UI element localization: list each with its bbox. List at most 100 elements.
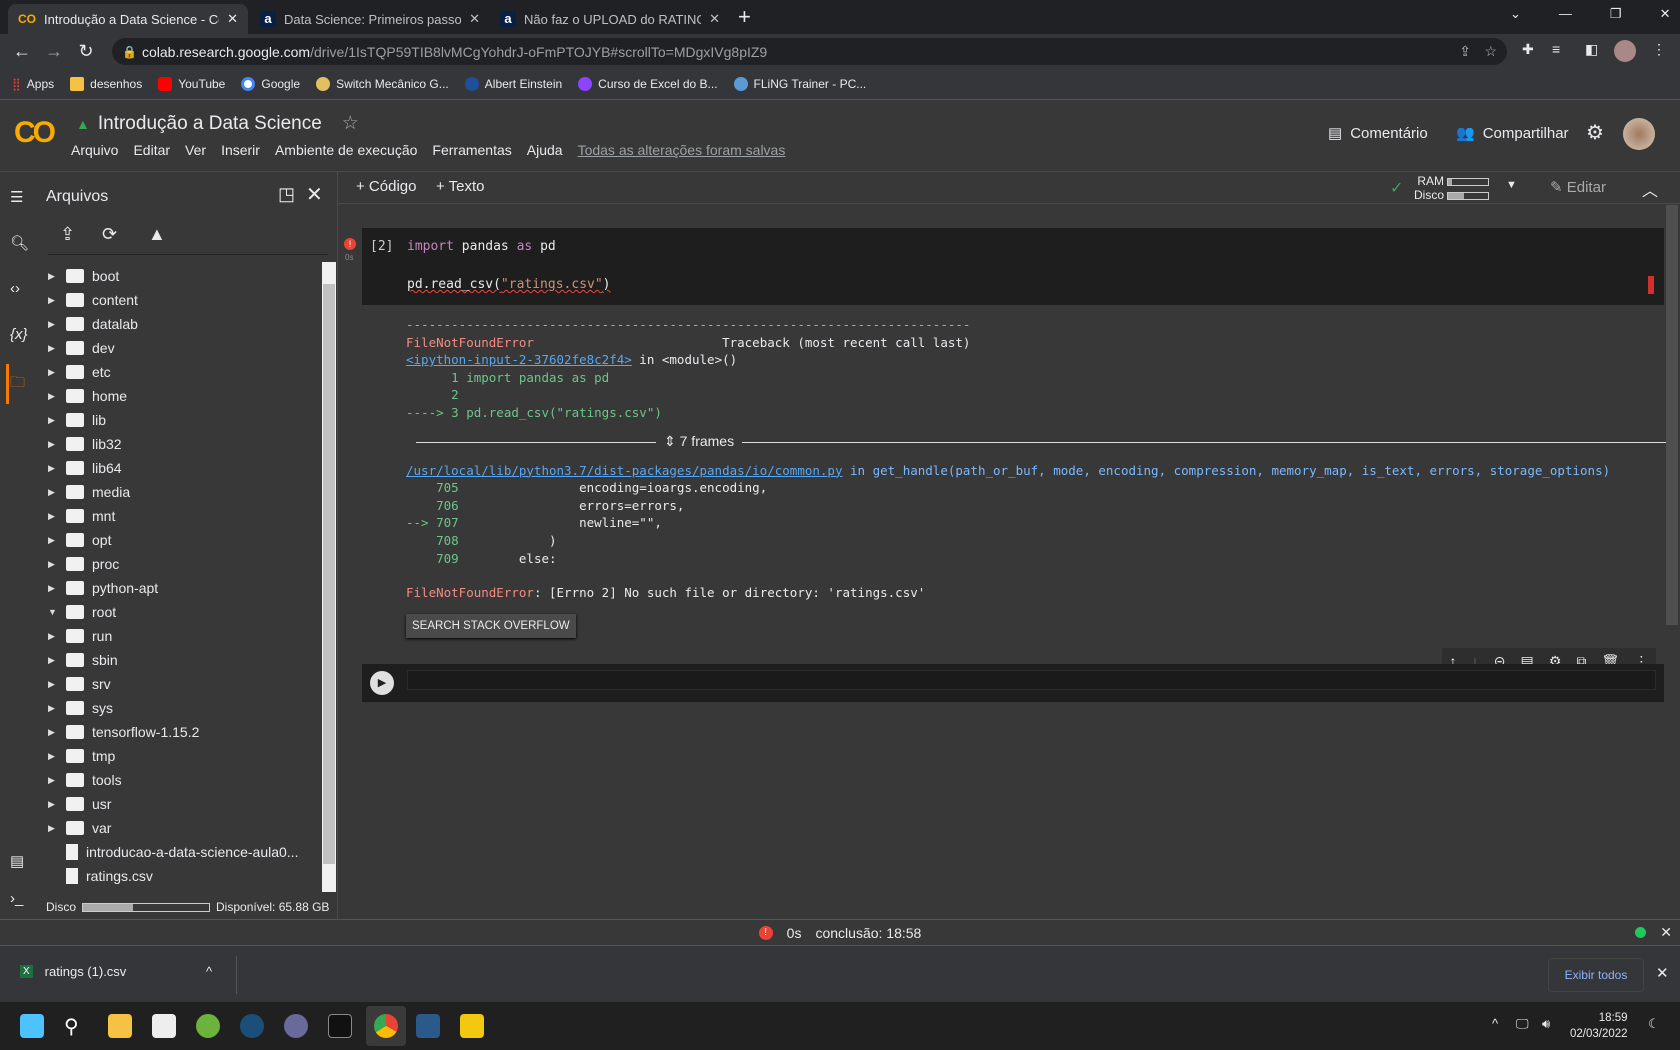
caret-right-icon[interactable]: ▶ <box>48 631 58 642</box>
bookmark-google[interactable]: Google <box>241 76 300 91</box>
folder-item[interactable]: ▶ var <box>48 816 111 840</box>
menu-ferramentas[interactable]: Ferramentas <box>432 142 511 158</box>
folder-item[interactable]: ▶ tensorflow-1.15.2 <box>48 720 199 744</box>
download-item[interactable]: Xratings (1).csv <box>20 964 126 979</box>
clock[interactable]: 18:59 02/03/2022 <box>1570 1010 1628 1042</box>
epic-games-icon[interactable] <box>328 1014 352 1038</box>
search-icon[interactable]: 🔍︎ <box>10 234 29 252</box>
star-icon[interactable]: ☆ <box>342 112 359 135</box>
menu-arquivo[interactable]: Arquivo <box>71 142 118 158</box>
empty-code-cell[interactable]: ▶ <box>362 664 1664 702</box>
folder-item[interactable]: ▶ home <box>48 384 127 408</box>
bookmark-apps[interactable]: ⣿ Apps <box>12 77 54 91</box>
store-icon[interactable] <box>152 1014 176 1038</box>
folder-icon[interactable]: 🗀 <box>10 372 25 397</box>
menu-editar[interactable]: Editar <box>133 142 170 158</box>
share-button[interactable]: 👥 Compartilhar <box>1456 124 1569 143</box>
command-palette-icon[interactable]: ▤ <box>10 852 24 870</box>
share-page-icon[interactable]: ⇪ <box>1459 43 1471 60</box>
windows-start-icon[interactable] <box>20 1014 44 1038</box>
caret-right-icon[interactable]: ▶ <box>48 415 58 426</box>
bookmark-fling[interactable]: FLiNG Trainer - PC... <box>733 76 866 91</box>
caret-right-icon[interactable]: ▶ <box>48 463 58 474</box>
avatar[interactable] <box>1623 118 1655 150</box>
close-tab-icon[interactable]: ✕ <box>227 11 238 27</box>
file-item[interactable]: introducao-a-data-science-aula0... <box>48 840 298 864</box>
common-py-link[interactable]: /usr/local/lib/python3.7/dist-packages/p… <box>406 463 843 478</box>
tab-colab[interactable]: COIntrodução a Data Science - Colab✕ <box>8 4 248 34</box>
media-icon[interactable]: ≡ <box>1552 41 1560 57</box>
upload-icon[interactable]: ⇪ <box>60 224 75 245</box>
caret-right-icon[interactable]: ▶ <box>48 511 58 522</box>
terminal-icon[interactable]: ›_ <box>10 890 23 907</box>
restore-icon[interactable]: ❐ <box>1610 6 1622 22</box>
menu-ajuda[interactable]: Ajuda <box>527 142 563 158</box>
open-in-tab-icon[interactable]: ◳ <box>278 184 295 205</box>
close-tab-icon[interactable]: ✕ <box>709 11 720 27</box>
bookmark-star-icon[interactable]: ☆ <box>1484 43 1497 60</box>
file-item[interactable]: ratings.csv <box>48 864 153 888</box>
folder-item[interactable]: ▶ srv <box>48 672 111 696</box>
bookmark-youtube[interactable]: YouTube <box>158 76 225 91</box>
file-list-scrollbar[interactable] <box>322 262 336 892</box>
caret-right-icon[interactable]: ▶ <box>48 583 58 594</box>
folder-item[interactable]: ▶ proc <box>48 552 119 576</box>
folder-item[interactable]: ▶ usr <box>48 792 111 816</box>
folder-item[interactable]: ▶ datalab <box>48 312 138 336</box>
show-hidden-icons[interactable]: ^ <box>1492 1016 1498 1031</box>
close-sidebar-icon[interactable]: ✕ <box>306 182 323 207</box>
caret-right-icon[interactable]: ▶ <box>48 367 58 378</box>
download-options-icon[interactable]: ^ <box>206 964 212 979</box>
close-window-icon[interactable]: ✕ <box>1660 6 1671 22</box>
caret-right-icon[interactable]: ▶ <box>48 439 58 450</box>
caret-right-icon[interactable]: ▶ <box>48 319 58 330</box>
folder-item[interactable]: ▶ mnt <box>48 504 115 528</box>
folder-item[interactable]: ▶ sbin <box>48 648 118 672</box>
resources-indicator[interactable]: RAM Disco <box>1414 174 1490 202</box>
notebook-title[interactable]: Introdução a Data Science <box>98 113 322 135</box>
folder-item[interactable]: ▶ tools <box>48 768 122 792</box>
runtime-dropdown-icon[interactable]: ▼ <box>1506 179 1517 191</box>
caret-down-icon[interactable]: ▼ <box>48 607 58 617</box>
folder-item[interactable]: ▶ lib64 <box>48 456 122 480</box>
menu-inserir[interactable]: Inserir <box>221 142 260 158</box>
search-stack-overflow-button[interactable]: SEARCH STACK OVERFLOW <box>406 613 576 638</box>
caret-right-icon[interactable]: ▶ <box>48 823 58 834</box>
run-cell-icon[interactable]: ▶ <box>370 671 394 695</box>
ipython-input-link[interactable]: <ipython-input-2-37602fe8c2f4> <box>406 352 632 367</box>
bookmark-einstein[interactable]: Albert Einstein <box>464 76 562 91</box>
refresh-folder-icon[interactable]: ⟳ <box>102 224 117 245</box>
folder-item[interactable]: ▶ content <box>48 288 138 312</box>
caret-right-icon[interactable]: ▶ <box>48 391 58 402</box>
forward-icon[interactable]: → <box>38 41 70 62</box>
minimize-icon[interactable]: — <box>1559 6 1572 22</box>
saved-status[interactable]: Todas as alterações foram salvas <box>578 142 786 158</box>
extensions-icon[interactable]: ✚ <box>1522 41 1534 58</box>
folder-item[interactable]: ▼ root <box>48 600 116 624</box>
settings-icon[interactable]: ⚙ <box>1586 120 1604 145</box>
chrome-menu-icon[interactable]: ⋮ <box>1652 41 1666 58</box>
comment-button[interactable]: ▤ Comentário <box>1328 124 1428 143</box>
bookmark-desenhos[interactable]: desenhos <box>70 76 142 91</box>
add-code-button[interactable]: + Código <box>356 178 416 195</box>
mount-drive-icon[interactable]: ▲ <box>148 224 166 245</box>
tab-alura-1[interactable]: aData Science: Primeiros passos: A✕ <box>250 4 490 34</box>
folder-item[interactable]: ▶ media <box>48 480 130 504</box>
notebook-scrollbar[interactable] <box>1666 205 1678 625</box>
volume-icon[interactable]: 🔊︎ <box>1542 1016 1550 1032</box>
caret-right-icon[interactable]: ▶ <box>48 799 58 810</box>
side-panel-icon[interactable]: ◧ <box>1585 41 1598 58</box>
close-tab-icon[interactable]: ✕ <box>469 11 480 27</box>
colab-logo[interactable]: CO <box>14 116 56 150</box>
caret-right-icon[interactable]: ▶ <box>48 295 58 306</box>
caret-right-icon[interactable]: ▶ <box>48 271 58 282</box>
collapse-header-icon[interactable]: ︿ <box>1642 177 1658 201</box>
close-download-bar-icon[interactable]: ✕ <box>1656 964 1669 982</box>
tab-search-icon[interactable]: ⌄ <box>1510 6 1521 22</box>
folder-item[interactable]: ▶ run <box>48 624 112 648</box>
profile-avatar[interactable] <box>1614 40 1636 62</box>
utorrent-icon[interactable] <box>196 1014 220 1038</box>
notifications-icon[interactable]: ☾ <box>1648 1016 1660 1032</box>
folder-item[interactable]: ▶ boot <box>48 264 119 288</box>
frames-toggle[interactable]: ⇕ 7 frames <box>406 422 1676 462</box>
